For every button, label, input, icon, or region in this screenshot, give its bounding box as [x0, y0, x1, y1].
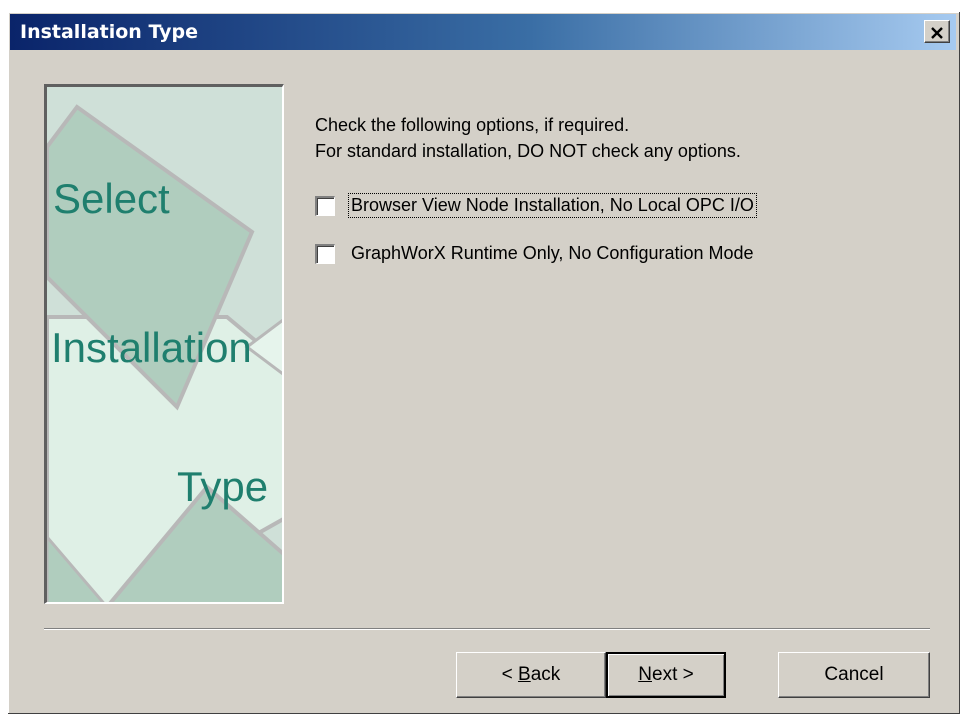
wizard-side-graphic: Select Installation Type [44, 84, 284, 604]
graphworx-runtime-checkbox[interactable] [315, 243, 335, 264]
instructions-line-1: Check the following options, if required… [315, 115, 630, 135]
button-separator [44, 628, 930, 630]
next-rest: ext > [652, 664, 694, 685]
installation-type-dialog: Installation Type Select Installation Ty… [8, 12, 960, 714]
side-word-type: Type [177, 463, 269, 510]
instructions-text: Check the following options, if required… [315, 112, 741, 164]
back-prefix: < [501, 664, 519, 685]
browser-view-node-label[interactable]: Browser View Node Installation, No Local… [348, 193, 757, 218]
side-word-installation: Installation [51, 324, 252, 371]
window-title: Installation Type [20, 21, 199, 43]
back-accel-key: B [518, 664, 531, 685]
next-accel-key: N [638, 664, 652, 685]
option-graphworx-runtime[interactable]: GraphWorX Runtime Only, No Configuration… [315, 242, 756, 265]
side-word-select: Select [53, 175, 170, 222]
browser-view-node-checkbox[interactable] [315, 195, 335, 216]
back-button[interactable]: < Back [456, 652, 606, 698]
next-button[interactable]: Next > [606, 652, 726, 698]
title-bar[interactable]: Installation Type [10, 14, 956, 50]
close-x-icon [931, 26, 943, 39]
instructions-line-2: For standard installation, DO NOT check … [315, 141, 741, 161]
back-rest: ack [530, 664, 561, 685]
graphworx-runtime-label[interactable]: GraphWorX Runtime Only, No Configuration… [349, 242, 756, 265]
cancel-button[interactable]: Cancel [778, 652, 930, 698]
close-button[interactable] [924, 20, 950, 43]
option-browser-view-node[interactable]: Browser View Node Installation, No Local… [315, 193, 757, 218]
